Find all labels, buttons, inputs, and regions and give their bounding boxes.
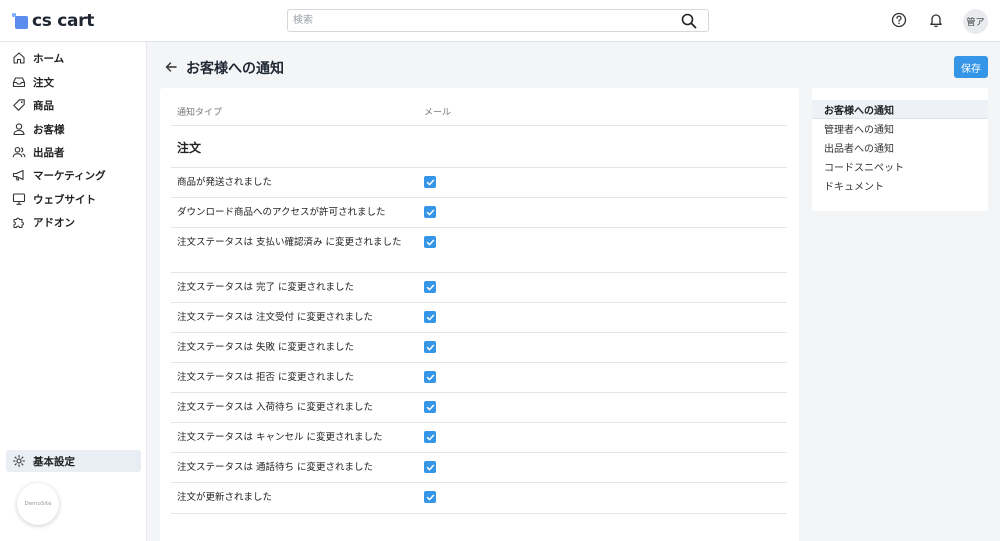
email-checkbox[interactable]: [424, 491, 436, 503]
table-row: 商品が発送されました: [171, 167, 787, 197]
table-row: 注文ステータスは 失敗 に変更されました: [171, 332, 787, 362]
tag-icon: [11, 97, 27, 113]
sidebar: ホーム 注文 商品 お客様 出品者 マーケティング ウェブサイト アドオン 基本…: [0, 42, 147, 541]
sidebar-item-settings[interactable]: 基本設定: [6, 450, 141, 472]
notification-label: 商品が発送されました: [177, 177, 273, 188]
home-icon: [11, 50, 27, 66]
email-checkbox[interactable]: [424, 281, 436, 293]
sidebar-item-products[interactable]: 商品: [6, 94, 141, 116]
sidebar-item-home[interactable]: ホーム: [6, 47, 141, 69]
email-checkbox[interactable]: [424, 176, 436, 188]
sidebar-item-label: 基本設定: [33, 455, 75, 468]
notification-label: 注文ステータスは 注文受付 に変更されました: [177, 312, 374, 323]
avatar[interactable]: 管ア: [963, 9, 988, 34]
table-row: 注文ステータスは 完了 に変更されました: [171, 272, 787, 302]
notification-label: 注文ステータスは 完了 に変更されました: [177, 282, 355, 293]
monitor-icon: [11, 191, 27, 207]
side-nav-code-snippets[interactable]: コードスニペット: [812, 157, 988, 176]
help-icon[interactable]: [889, 10, 909, 30]
puzzle-icon: [11, 214, 27, 230]
section-title: 注文: [177, 141, 202, 155]
sidebar-item-label: アドオン: [33, 216, 75, 229]
email-checkbox[interactable]: [424, 371, 436, 383]
notification-label: 注文ステータスは 失敗 に変更されました: [177, 342, 355, 353]
table-row: 注文ステータスは 注文受付 に変更されました: [171, 302, 787, 332]
bell-icon[interactable]: [926, 10, 946, 30]
email-checkbox[interactable]: [424, 431, 436, 443]
notification-label: ダウンロード商品へのアクセスが許可されました: [177, 207, 386, 218]
users-icon: [11, 144, 27, 160]
page-title: お客様への通知: [186, 61, 284, 77]
notification-label: 注文ステータスは 入荷待ち に変更されました: [177, 402, 374, 413]
sidebar-item-website[interactable]: ウェブサイト: [6, 188, 141, 210]
sidebar-item-label: お客様: [33, 123, 65, 136]
divider: [171, 125, 787, 126]
sidebar-item-marketing[interactable]: マーケティング: [6, 164, 141, 186]
sidebar-item-label: ウェブサイト: [33, 193, 96, 206]
side-nav-customer-notifications[interactable]: お客様への通知: [812, 100, 988, 119]
table-row: 注文ステータスは 入荷待ち に変更されました: [171, 392, 787, 422]
settings-side-nav: お客様への通知 管理者への通知 出品者への通知 コードスニペット ドキュメント: [812, 88, 988, 211]
sidebar-item-label: 出品者: [33, 146, 65, 159]
top-bar: cs cart 管ア: [0, 0, 1000, 42]
notification-label: 注文ステータスは 通話待ち に変更されました: [177, 462, 374, 473]
sidebar-item-label: 商品: [33, 99, 54, 112]
gear-icon: [11, 453, 27, 469]
save-button[interactable]: 保存: [954, 56, 988, 78]
sidebar-item-vendors[interactable]: 出品者: [6, 141, 141, 163]
user-icon: [11, 121, 27, 137]
sidebar-item-customers[interactable]: お客様: [6, 118, 141, 140]
table-row: 注文ステータスは 拒否 に変更されました: [171, 362, 787, 392]
sidebar-item-label: ホーム: [33, 52, 65, 65]
search-input[interactable]: [288, 10, 668, 31]
email-checkbox[interactable]: [424, 206, 436, 218]
notification-label: 注文が更新されました: [177, 492, 273, 503]
sidebar-item-addons[interactable]: アドオン: [6, 211, 141, 233]
sidebar-item-orders[interactable]: 注文: [6, 71, 141, 93]
email-checkbox[interactable]: [424, 311, 436, 323]
notification-label: 注文ステータスは 拒否 に変更されました: [177, 372, 355, 383]
divider: [171, 513, 787, 514]
logo-text: cs cart: [32, 11, 95, 31]
email-checkbox[interactable]: [424, 341, 436, 353]
table-row: ダウンロード商品へのアクセスが許可されました: [171, 197, 787, 227]
inbox-icon: [11, 74, 27, 90]
search-icon[interactable]: [680, 12, 698, 30]
notifications-card: 通知タイプ メール 注文 商品が発送されました ダウンロード商品へのアクセスが許…: [160, 88, 799, 541]
side-nav-admin-notifications[interactable]: 管理者への通知: [812, 119, 988, 138]
notification-label: 注文ステータスは 支払い確認済み に変更されました: [177, 237, 402, 248]
column-header-type: 通知タイプ: [177, 108, 223, 118]
notification-label: 注文ステータスは キャンセル に変更されました: [177, 432, 383, 443]
logo[interactable]: cs cart: [12, 11, 94, 31]
column-header-email: メール: [424, 108, 452, 118]
demo-site-button[interactable]: DemoSite: [17, 483, 59, 525]
sidebar-item-label: マーケティング: [33, 169, 106, 182]
email-checkbox[interactable]: [424, 401, 436, 413]
search-box: [287, 9, 709, 32]
table-row: 注文が更新されました: [171, 482, 787, 512]
email-checkbox[interactable]: [424, 461, 436, 473]
side-nav-vendor-notifications[interactable]: 出品者への通知: [812, 138, 988, 157]
back-arrow-icon[interactable]: [163, 59, 179, 75]
table-row: 注文ステータスは 通話待ち に変更されました: [171, 452, 787, 482]
side-nav-documents[interactable]: ドキュメント: [812, 176, 988, 195]
sidebar-item-label: 注文: [33, 76, 54, 89]
megaphone-icon: [11, 167, 27, 183]
email-checkbox[interactable]: [424, 236, 436, 248]
table-row: 注文ステータスは キャンセル に変更されました: [171, 422, 787, 452]
table-row: 注文ステータスは 支払い確認済み に変更されました: [171, 227, 787, 272]
logo-icon: [12, 13, 28, 29]
